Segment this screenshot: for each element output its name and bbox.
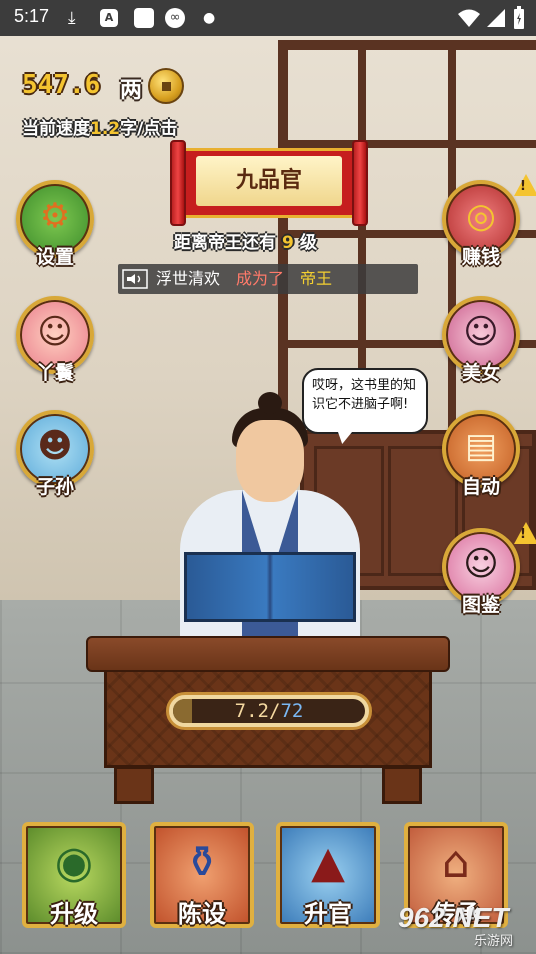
progress-text: 7.2/72	[173, 699, 365, 723]
descendants-button[interactable]: ☻ 子孙	[16, 410, 94, 504]
status-bar: 5:17 ⤓ A ∞ ●	[0, 0, 536, 36]
progress-max: 72	[280, 700, 304, 722]
lady-portrait-icon: ☺	[463, 544, 499, 584]
distance-levels: 9	[282, 233, 294, 253]
maid-button[interactable]: ☺ 丫鬟	[16, 296, 94, 390]
speed-prefix: 当前速度	[22, 119, 90, 139]
distance-suffix: 级	[299, 233, 317, 253]
settings-label: 设置	[35, 246, 74, 268]
collection-label: 图鉴	[461, 594, 500, 616]
coins-icon: ◎	[466, 196, 496, 236]
battery-icon	[514, 6, 524, 29]
beauty-button[interactable]: ☺ 美女	[442, 296, 520, 390]
square-icon	[134, 8, 154, 28]
auto-button[interactable]: ▤ 自动	[442, 410, 520, 504]
furnishing-button[interactable]: ⚱ 陈设	[150, 822, 254, 928]
coin-icon	[148, 68, 184, 104]
speech-bubble: 哎呀，这书里的知识它不进脑子啊!	[302, 368, 428, 447]
announcement-player: 浮世清欢	[156, 269, 221, 288]
book-icon: ▤	[464, 426, 498, 466]
open-book-icon	[184, 552, 356, 622]
desk-leg-left	[114, 766, 154, 804]
site-watermark: 962.NET 乐游网	[398, 902, 532, 949]
furnishing-label: 陈设	[178, 900, 226, 928]
reading-progress-bar: 7.2/72	[166, 692, 372, 730]
descendants-label: 子孙	[35, 476, 74, 498]
beauty-portrait-icon: ☺	[463, 312, 499, 352]
desk-leg-right	[382, 766, 422, 804]
download-icon: ⤓	[68, 8, 76, 28]
upgrade-label: 升级	[50, 900, 98, 928]
speed-readout: 当前速度1.2字/点击	[22, 114, 177, 139]
speech-text: 哎呀，这书里的知识它不进脑子啊!	[312, 378, 417, 412]
money-unit: 两	[120, 78, 143, 103]
money-amount: 547.6	[22, 70, 101, 100]
desk-top	[86, 636, 450, 672]
upgrade-button[interactable]: ◉ 升级	[22, 822, 126, 928]
promotion-button[interactable]: ▲ 升官	[276, 822, 380, 928]
pavilion-icon: ⌂	[442, 837, 470, 888]
dot-icon: ●	[203, 10, 216, 26]
rank-title: 九品官	[196, 156, 342, 206]
announcement-verb: 成为了	[236, 269, 285, 288]
infinity-icon: ∞	[165, 8, 185, 28]
earn-money-button[interactable]: ◎ ! 赚钱	[442, 174, 536, 274]
settings-button[interactable]: ⚙ 设置	[16, 180, 94, 274]
maid-label: 丫鬟	[35, 362, 74, 384]
status-time: 5:17	[14, 6, 50, 26]
rank-distance: 距离帝王还有 9 级	[174, 228, 317, 253]
progress-separator: /	[268, 700, 281, 722]
app-icon: A	[100, 9, 118, 27]
speed-value: 1.2	[90, 119, 121, 139]
announcement-rank: 帝王	[300, 269, 333, 288]
earn-money-label: 赚钱	[461, 246, 500, 268]
wifi-icon	[458, 9, 480, 27]
auto-label: 自动	[461, 476, 500, 498]
distance-prefix: 距离帝王还有	[174, 233, 276, 253]
child-portrait-icon: ☻	[37, 426, 73, 466]
rank-scroll[interactable]: 九品官	[170, 140, 368, 226]
jade-medallion-icon: ◉	[54, 837, 94, 888]
promotion-label: 升官	[304, 900, 352, 928]
watermark-site: 乐游网	[474, 934, 514, 949]
speaker-icon	[122, 269, 148, 289]
official-hat-icon: ▲	[311, 837, 345, 888]
progress-current: 7.2	[234, 700, 269, 722]
porcelain-vase-icon: ⚱	[183, 837, 221, 888]
beauty-label: 美女	[461, 362, 500, 384]
maid-portrait-icon: ☺	[37, 312, 73, 352]
gear-icon: ⚙	[39, 196, 71, 236]
signal-icon	[487, 9, 505, 27]
speed-suffix: 字/点击	[120, 119, 178, 139]
scholar-character[interactable]	[180, 392, 360, 650]
announcement-bar: 浮世清欢 成为了 帝王	[118, 264, 418, 294]
collection-button[interactable]: ☺ ! 图鉴	[442, 522, 536, 622]
